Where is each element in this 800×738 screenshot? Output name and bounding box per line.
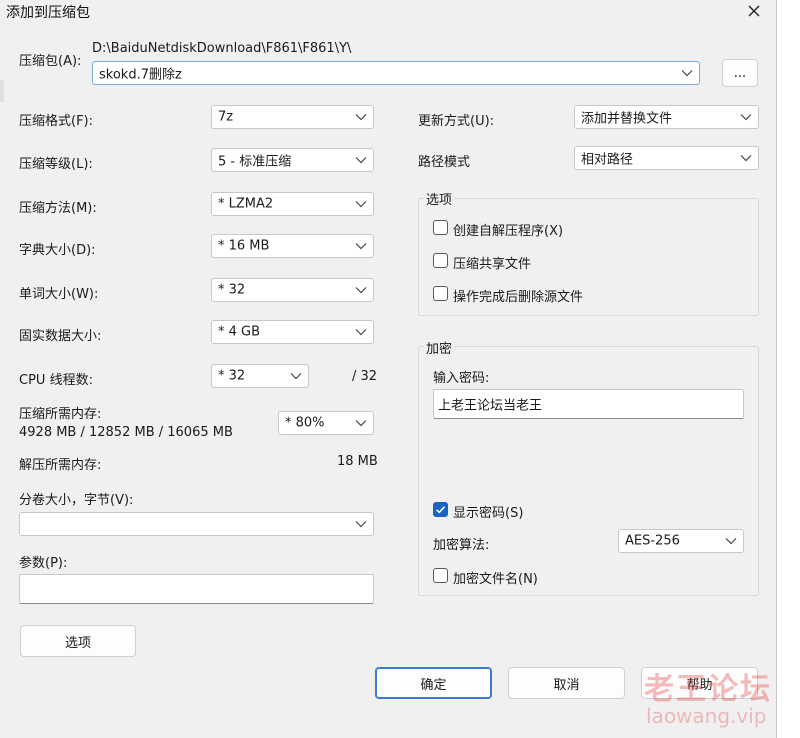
password-value: 上老王论坛当老王 xyxy=(438,398,543,414)
close-button[interactable] xyxy=(736,0,772,22)
archive-label: 压缩包(A): xyxy=(19,54,82,69)
ok-button[interactable]: 确定 xyxy=(375,667,492,699)
mem-decompress-value: 18 MB xyxy=(337,454,378,469)
options-button[interactable]: 选项 xyxy=(20,625,136,657)
dict-combo[interactable]: * 16 MB xyxy=(211,234,374,258)
path-mode-value: 相对路径 xyxy=(581,152,634,168)
algo-value: AES-256 xyxy=(625,533,680,549)
chevron-down-icon xyxy=(355,329,367,336)
chevron-down-icon xyxy=(355,420,367,427)
chevron-down-icon xyxy=(740,155,752,162)
volume-label: 分卷大小，字节(V): xyxy=(19,493,134,508)
dialog-title: 添加到压缩包 xyxy=(6,5,90,21)
show-password-checkbox[interactable] xyxy=(433,502,448,517)
archive-name-combo[interactable]: skokd.7删除z xyxy=(92,61,700,85)
background-window-edge xyxy=(0,80,4,102)
update-value: 添加并替换文件 xyxy=(581,111,673,127)
encrypt-names-label: 加密文件名(N) xyxy=(453,572,538,587)
mem-compress-label: 压缩所需内存: xyxy=(19,407,102,422)
chevron-down-icon xyxy=(355,114,367,121)
chevron-down-icon xyxy=(290,373,302,380)
sfx-checkbox[interactable] xyxy=(433,220,448,235)
method-label: 压缩方法(M): xyxy=(19,201,97,216)
sfx-label: 创建自解压程序(X) xyxy=(453,224,564,239)
format-combo[interactable]: 7z xyxy=(211,105,374,129)
word-combo[interactable]: * 32 xyxy=(211,278,374,302)
params-label: 参数(P): xyxy=(19,556,68,571)
chevron-down-icon xyxy=(355,157,367,164)
shared-checkbox[interactable] xyxy=(433,253,448,268)
level-label: 压缩等级(L): xyxy=(19,157,93,172)
mem-percent-value: * 80% xyxy=(285,415,325,431)
chevron-down-icon xyxy=(681,70,693,77)
checkmark-icon xyxy=(435,506,446,514)
help-button[interactable]: 帮助 xyxy=(641,667,758,699)
algo-label: 加密算法: xyxy=(433,538,490,553)
params-input[interactable] xyxy=(19,574,374,604)
delete-after-label: 操作完成后删除源文件 xyxy=(453,290,584,305)
cpu-label: CPU 线程数: xyxy=(19,373,93,388)
mem-percent-combo[interactable]: * 80% xyxy=(278,411,374,435)
title-bar: 添加到压缩包 xyxy=(0,0,776,24)
mem-compress-detail: 4928 MB / 12852 MB / 16065 MB xyxy=(19,425,233,440)
password-input[interactable]: 上老王论坛当老王 xyxy=(433,389,744,419)
method-combo[interactable]: * LZMA2 xyxy=(211,192,374,216)
cpu-total: / 32 xyxy=(352,369,378,384)
level-value: 5 - 标准压缩 xyxy=(218,154,292,170)
shared-label: 压缩共享文件 xyxy=(453,257,532,272)
delete-after-checkbox[interactable] xyxy=(433,286,448,301)
close-icon xyxy=(748,5,760,17)
format-value: 7z xyxy=(218,109,234,125)
algo-combo[interactable]: AES-256 xyxy=(618,529,744,553)
options-group-title: 选项 xyxy=(424,189,455,208)
dict-value: * 16 MB xyxy=(218,238,270,254)
format-label: 压缩格式(F): xyxy=(19,114,94,129)
archive-path: D:\BaiduNetdiskDownload\F861\F861\Y\ xyxy=(92,41,352,56)
path-mode-combo[interactable]: 相对路径 xyxy=(574,146,759,170)
word-value: * 32 xyxy=(218,282,246,298)
cancel-button[interactable]: 取消 xyxy=(508,667,625,699)
mem-decompress-label: 解压所需内存: xyxy=(19,458,102,473)
chevron-down-icon xyxy=(355,287,367,294)
solid-label: 固实数据大小: xyxy=(19,329,102,344)
encryption-group-title: 加密 xyxy=(424,338,455,357)
chevron-down-icon xyxy=(355,521,367,528)
chevron-down-icon xyxy=(355,201,367,208)
chevron-down-icon xyxy=(355,243,367,250)
update-combo[interactable]: 添加并替换文件 xyxy=(574,105,759,129)
solid-value: * 4 GB xyxy=(218,324,261,340)
word-label: 单词大小(W): xyxy=(19,287,99,302)
solid-combo[interactable]: * 4 GB xyxy=(211,320,374,344)
encrypt-names-checkbox[interactable] xyxy=(433,568,448,583)
update-label: 更新方式(U): xyxy=(418,114,495,129)
browse-button[interactable]: ... xyxy=(722,59,758,87)
archive-name-value: skokd.7删除z xyxy=(99,67,182,83)
chevron-down-icon xyxy=(740,114,752,121)
password-label: 输入密码: xyxy=(433,371,490,386)
cpu-value: * 32 xyxy=(218,368,246,384)
volume-combo[interactable] xyxy=(19,512,374,536)
cpu-combo[interactable]: * 32 xyxy=(211,364,309,388)
add-to-archive-dialog: 添加到压缩包 压缩包(A): D:\BaiduNetdiskDownload\F… xyxy=(0,0,777,738)
show-password-label: 显示密码(S) xyxy=(453,506,524,521)
dict-label: 字典大小(D): xyxy=(19,243,96,258)
path-mode-label: 路径模式 xyxy=(418,155,471,170)
method-value: * LZMA2 xyxy=(218,196,274,212)
level-combo[interactable]: 5 - 标准压缩 xyxy=(211,148,374,172)
chevron-down-icon xyxy=(725,538,737,545)
